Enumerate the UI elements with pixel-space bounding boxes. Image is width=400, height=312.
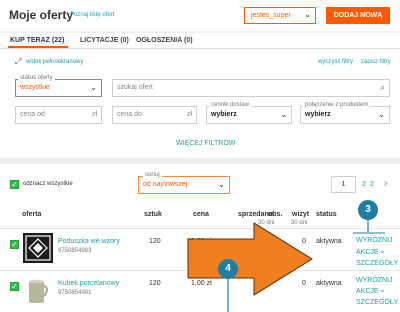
shipping-label: cennik dostaw — [209, 102, 252, 109]
col-sold-sub: 30 dni — [258, 220, 275, 226]
account-select-value: jestes_super — [251, 12, 291, 19]
offer-title-link[interactable]: Poduszka we wzory — [58, 238, 120, 245]
chevron-down-icon: ⌄ — [304, 10, 311, 19]
callout-badge-4: 4 — [218, 259, 238, 279]
currency-label: zł — [91, 111, 97, 118]
row-divider — [0, 270, 400, 271]
actions-menu[interactable]: AKCJE — [356, 249, 379, 256]
status-value: aktywna — [316, 238, 342, 245]
price-value: 12,00 zł — [187, 238, 212, 245]
actions-menu[interactable]: AKCJE — [356, 288, 379, 295]
callout-badge-3: 3 — [358, 200, 378, 220]
details-link[interactable]: SZCZEGÓŁY — [356, 299, 398, 306]
chevron-down-icon: ⌄ — [280, 110, 287, 119]
promote-link[interactable]: WYRÓŻNIJ — [356, 277, 393, 284]
tabs-divider — [0, 48, 400, 49]
page-input[interactable]: 1 — [331, 176, 356, 193]
currency-label: zł — [186, 111, 192, 118]
add-new-button[interactable]: DODAJ NOWĄ — [326, 7, 390, 24]
col-price: cena — [193, 211, 209, 218]
search-input[interactable]: szukaj ofert ⌕ — [112, 79, 390, 97]
col-status: status — [316, 211, 337, 218]
col-watch: obs. — [268, 211, 283, 218]
chevron-down-icon: ⌄ — [378, 110, 385, 119]
more-filters-button[interactable]: WIĘCEJ FILTRÓW — [176, 140, 235, 147]
page-title: Moje oferty — [9, 8, 74, 22]
col-visits: wizyt — [292, 211, 310, 218]
shipping-select-value: wybierz — [211, 111, 237, 118]
chevron-down-icon: ⌄ — [379, 246, 386, 255]
offer-id: 9750854983 — [58, 248, 92, 254]
quantity-value: 120 — [149, 238, 161, 245]
product-thumbnail[interactable] — [23, 233, 53, 263]
chevron-down-icon: ⌄ — [379, 285, 386, 294]
search-icon[interactable]: ⌕ — [380, 80, 385, 95]
page-total: 2 — [370, 181, 374, 188]
offer-id: 9750854981 — [58, 290, 92, 296]
col-visits-sub: 30 dni — [291, 220, 308, 226]
promote-link[interactable]: WYRÓŻNIJ — [356, 237, 393, 244]
next-page-icon[interactable]: › — [384, 178, 387, 189]
select-all-label: odznacz wszystkie — [23, 181, 73, 187]
save-filters-link[interactable]: zapisz filtry — [361, 59, 391, 65]
status-select-value: wszystkie — [20, 84, 50, 91]
product-link-label: połączenie z produktem — [303, 102, 371, 109]
price-to-field[interactable]: cena do zł — [112, 106, 197, 124]
row-checkbox[interactable]: ✓ — [10, 240, 19, 249]
visits-value: 0 — [302, 280, 306, 287]
sort-select-value: od najnowszej — [143, 181, 188, 188]
details-link[interactable]: SZCZEGÓŁY — [356, 260, 398, 267]
clear-filters-link[interactable]: wyczyść filtry — [318, 59, 353, 65]
price-from-placeholder: cena od — [20, 111, 45, 118]
product-thumbnail[interactable] — [23, 276, 53, 306]
tab-auctions[interactable]: LICYTACJE (0) — [80, 37, 129, 44]
select-all-checkbox[interactable]: ✓ — [10, 180, 19, 189]
price-value: 1,00 zł — [191, 280, 212, 287]
col-quantity: sztuk — [144, 211, 162, 218]
chevron-down-icon: ⌄ — [90, 83, 97, 92]
quantity-value: 120 — [149, 280, 161, 287]
expand-icon: ⤢ — [15, 57, 22, 66]
fullscreen-link[interactable]: widok pełnoekranowy — [26, 59, 83, 65]
tab-announcements[interactable]: OGŁOSZENIA (0) — [136, 37, 193, 44]
sort-label: sortuj — [143, 172, 162, 179]
offer-title-link[interactable]: Kubek porcelanowy — [58, 280, 119, 287]
status-value: aktywna — [316, 280, 342, 287]
price-from-field[interactable]: cena od zł — [15, 106, 102, 124]
visits-value: 0 — [302, 238, 306, 245]
search-placeholder: szukaj ofert — [117, 84, 153, 91]
account-select[interactable]: jestes_super ⌄ — [244, 7, 316, 24]
product-link-select-value: wybierz — [305, 111, 331, 118]
price-to-placeholder: cena do — [117, 111, 142, 118]
help-link[interactable]: Poznaj listę ofert — [70, 12, 114, 18]
status-label: status oferty — [18, 75, 55, 82]
chevron-down-icon: ⌄ — [218, 180, 225, 189]
row-checkbox[interactable]: ✓ — [10, 282, 19, 291]
header-divider — [0, 228, 400, 229]
tab-buy-now[interactable]: KUP TERAZ (22) — [10, 37, 64, 44]
col-offer: oferta — [22, 211, 42, 218]
page-link[interactable]: 2 — [362, 181, 366, 188]
